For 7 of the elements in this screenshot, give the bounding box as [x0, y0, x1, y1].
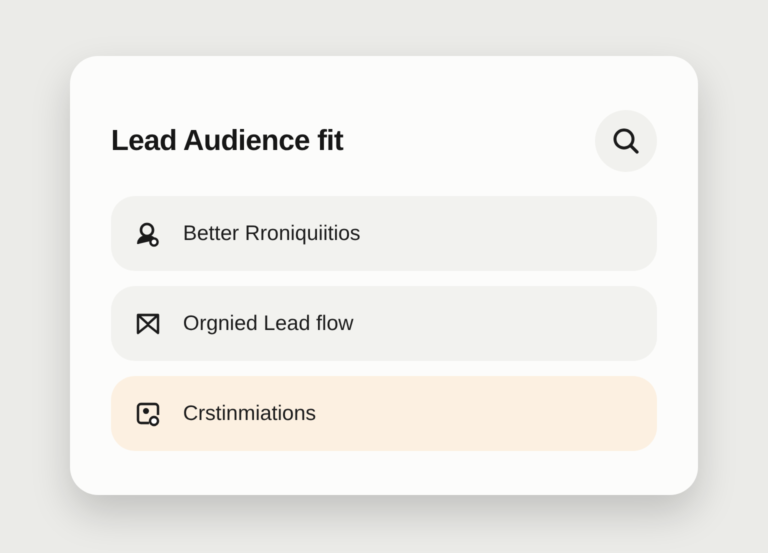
list-item[interactable]: Better Rroniquiitios: [111, 196, 657, 271]
image-icon: [135, 400, 161, 426]
list-item[interactable]: Orgnied Lead flow: [111, 286, 657, 361]
list-item[interactable]: Crstinmiations: [111, 376, 657, 451]
search-icon: [611, 126, 641, 156]
card-title: Lead Audience fit: [111, 124, 344, 158]
person-icon: [135, 220, 161, 246]
